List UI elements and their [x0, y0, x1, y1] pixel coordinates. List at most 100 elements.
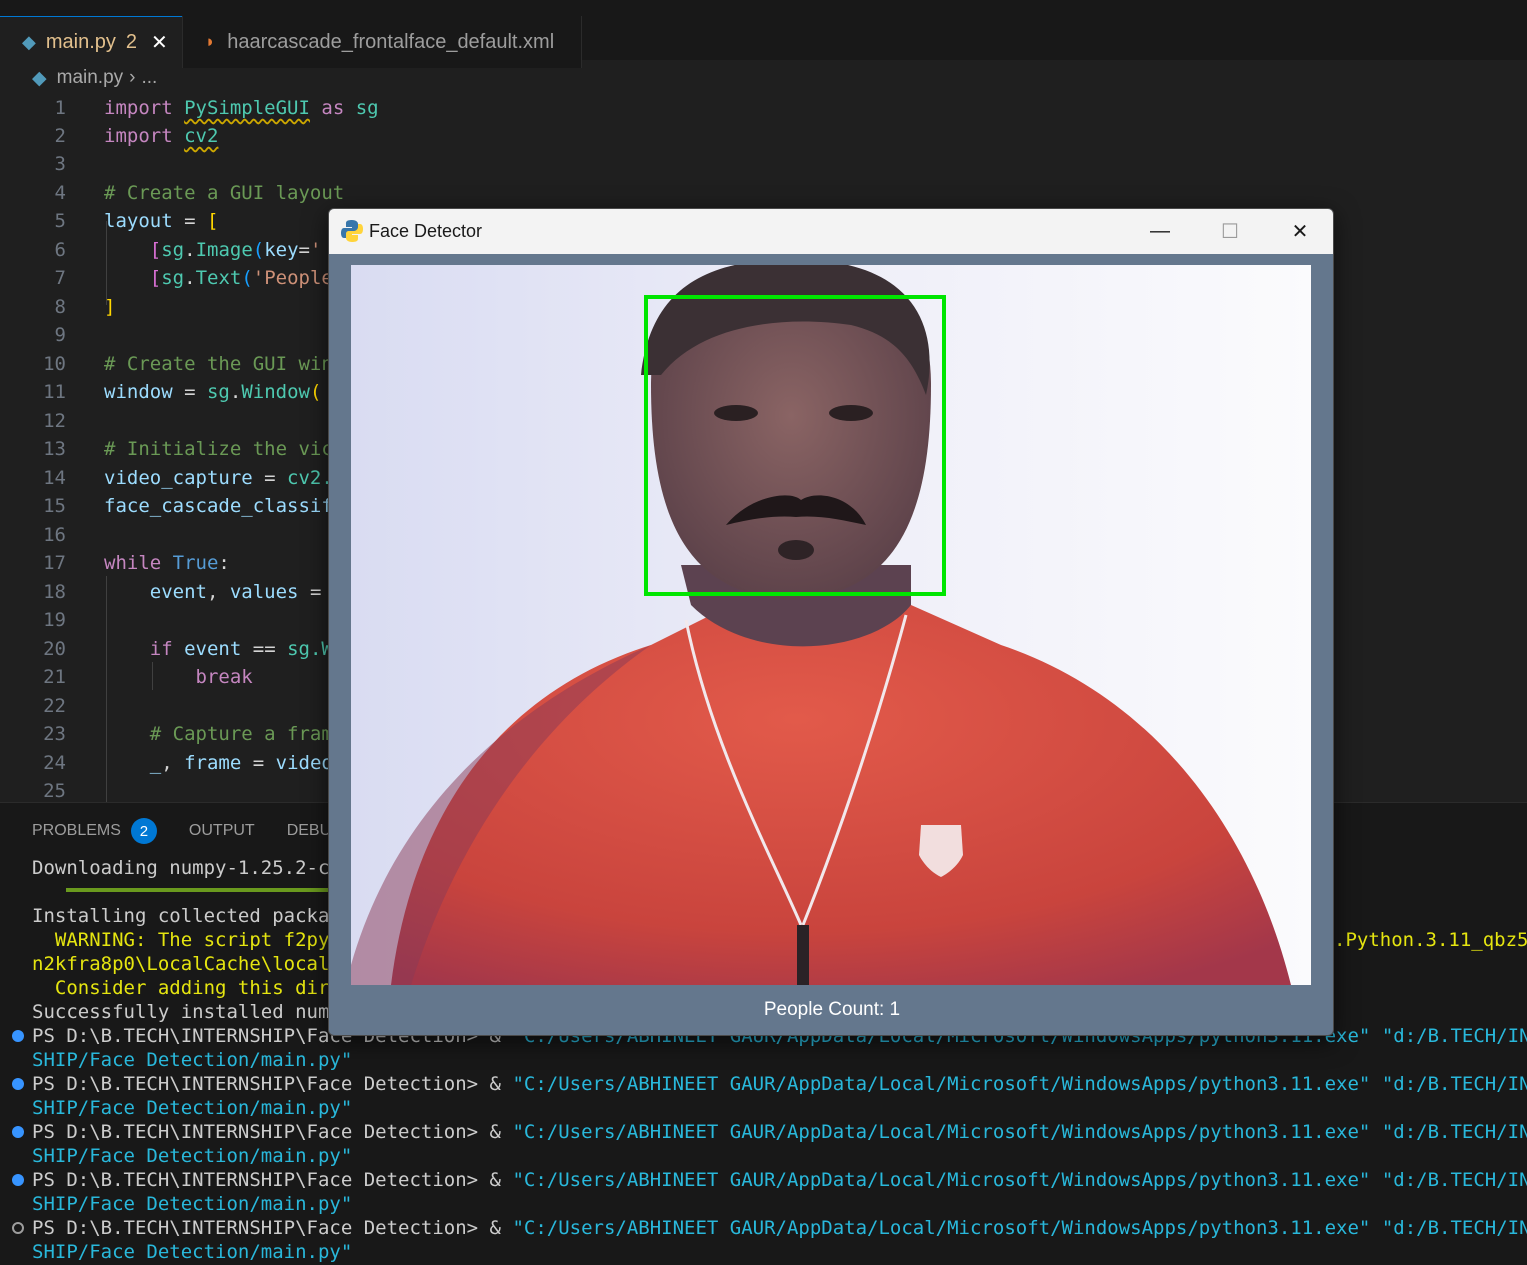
token: [ — [149, 267, 162, 289]
tab-output[interactable]: OUTPUT — [189, 822, 255, 840]
token: . — [229, 381, 242, 403]
line-number: 22 — [43, 695, 66, 717]
editor-tab-bar: ◆ main.py 2 ✕ ◗ haarcascade_frontalface_… — [0, 0, 1527, 68]
token: = — [298, 581, 322, 603]
line-number: 20 — [43, 638, 66, 660]
line-number: 8 — [54, 296, 66, 318]
prompt: PS D:\B.TECH\INTERNSHIP\Face Detection> … — [32, 1073, 513, 1095]
token: ' — [310, 239, 322, 261]
exe-path: "C:/Users/ABHINEET GAUR/AppData/Local/Mi… — [512, 1121, 1371, 1143]
script-path: "d:/B.TECH/INTERN — [1381, 1217, 1527, 1239]
line-number: 18 — [43, 581, 66, 603]
command-status-icon[interactable] — [12, 1126, 24, 1138]
command-status-icon[interactable] — [12, 1030, 24, 1042]
terminal-command: PS D:\B.TECH\INTERNSHIP\Face Detection> … — [0, 1120, 1527, 1144]
token: window — [104, 381, 173, 403]
token: video — [275, 752, 333, 774]
window-titlebar[interactable]: Face Detector — ☐ ✕ — [329, 209, 1333, 254]
line-number: 11 — [43, 381, 66, 403]
token: True — [172, 552, 219, 574]
token: [ — [206, 210, 219, 232]
token: 'People — [252, 267, 333, 289]
minimize-button[interactable]: — — [1125, 209, 1195, 254]
exe-path: "C:/Users/ABHINEET GAUR/AppData/Local/Mi… — [512, 1217, 1371, 1239]
tab-problems[interactable]: PROBLEMS 2 — [32, 818, 157, 844]
prompt: PS D:\B.TECH\INTERNSHIP\Face Detection> … — [32, 1217, 513, 1239]
chevron-right-icon: › — [129, 67, 136, 88]
download-progress-bar — [66, 888, 328, 892]
maximize-button[interactable]: ☐ — [1195, 209, 1265, 254]
token: key — [264, 239, 299, 261]
code-comment: # Initialize the vic — [104, 438, 333, 460]
token: as — [321, 97, 345, 119]
code-line: 1 import PySimpleGUI as sg — [0, 94, 1527, 122]
token: == — [241, 638, 288, 660]
terminal-line: SHIP/Face Detection/main.py" — [32, 1049, 353, 1071]
code-comment: # Capture a fram — [149, 723, 333, 745]
line-number: 17 — [43, 552, 66, 574]
line-number: 25 — [43, 780, 66, 802]
token: cv2. — [287, 467, 333, 489]
code-line: 4 # Create a GUI layout — [0, 179, 1527, 207]
token: while — [104, 552, 162, 574]
webcam-image — [351, 265, 1311, 985]
token: sg — [161, 267, 185, 289]
line-number: 3 — [54, 153, 66, 175]
token: cv2 — [184, 125, 219, 147]
line-number: 24 — [43, 752, 66, 774]
terminal-line: SHIP/Face Detection/main.py" — [32, 1097, 353, 1119]
prompt: PS D:\B.TECH\INTERNSHIP\Face Detection> … — [32, 1169, 513, 1191]
token: layout — [104, 210, 173, 232]
token: . — [184, 239, 196, 261]
line-number: 14 — [43, 467, 66, 489]
line-number: 21 — [43, 666, 66, 688]
command-status-icon[interactable] — [12, 1174, 24, 1186]
terminal-warning-tail: .Python.3.11_qbz5 — [1334, 929, 1527, 951]
token: sg — [206, 381, 230, 403]
breadcrumb: ◆ main.py › ... — [0, 60, 1527, 96]
python-file-icon: ◆ — [22, 32, 36, 52]
code-line: 2 import cv2 — [0, 122, 1527, 150]
token: ( — [252, 239, 265, 261]
panel-tab-bar: PROBLEMS 2 OUTPUT DEBUG — [32, 817, 376, 845]
line-number: 23 — [43, 723, 66, 745]
line-number: 4 — [54, 182, 66, 204]
token: = — [172, 210, 207, 232]
token: video_capture — [104, 467, 253, 489]
script-path: "d:/B.TECH/INTERN — [1381, 1169, 1527, 1191]
token: Image — [195, 239, 253, 261]
code-comment: # Create the GUI win — [104, 353, 333, 375]
token: import — [104, 125, 173, 147]
face-detector-window[interactable]: Face Detector — ☐ ✕ People Count: 1 — [328, 208, 1334, 1036]
line-number: 15 — [43, 495, 66, 517]
webcam-frame — [351, 265, 1311, 985]
token: _ — [149, 752, 162, 774]
script-path: "d:/B.TECH/INTERN — [1381, 1121, 1527, 1143]
line-number: 13 — [43, 438, 66, 460]
line-number: 10 — [43, 353, 66, 375]
breadcrumb-file[interactable]: main.py — [57, 67, 124, 89]
python-file-icon: ◆ — [32, 67, 47, 89]
token: Text — [195, 267, 242, 289]
line-number: 7 — [54, 267, 66, 289]
line-number: 19 — [43, 609, 66, 631]
terminal-command: PS D:\B.TECH\INTERNSHIP\Face Detection> … — [0, 1168, 1527, 1192]
token: , — [161, 752, 185, 774]
token: import — [104, 97, 173, 119]
tab-label: OUTPUT — [188, 822, 255, 839]
command-status-icon[interactable] — [12, 1078, 24, 1090]
token: ( — [241, 267, 253, 289]
close-icon[interactable]: ✕ — [151, 30, 168, 55]
breadcrumb-rest[interactable]: ... — [141, 67, 157, 89]
tab-label: PROBLEMS — [32, 822, 121, 839]
line-number: 1 — [54, 97, 66, 119]
line-number: 6 — [54, 239, 66, 261]
terminal-command: PS D:\B.TECH\INTERNSHIP\Face Detection> … — [0, 1072, 1527, 1096]
problems-count-badge: 2 — [130, 818, 157, 844]
command-status-icon[interactable] — [12, 1222, 24, 1234]
token: frame — [184, 752, 242, 774]
close-button[interactable]: ✕ — [1265, 209, 1333, 254]
token: values — [229, 581, 299, 603]
token: sg.W — [287, 638, 333, 660]
problem-count-badge: 2 — [125, 31, 137, 53]
